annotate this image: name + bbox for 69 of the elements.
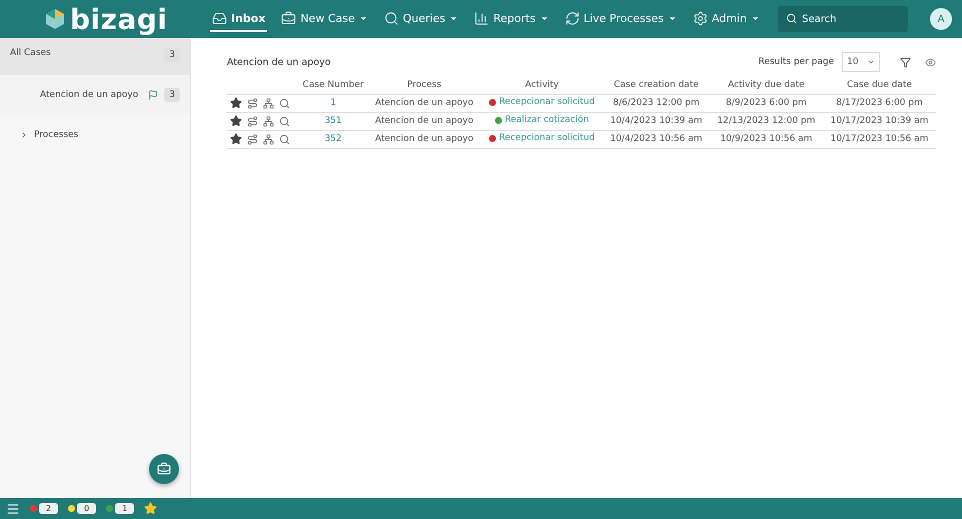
settings-icon <box>692 10 708 26</box>
user-avatar[interactable]: A <box>930 8 952 30</box>
activity-link[interactable]: Recepcionar solicitud <box>498 97 595 108</box>
search-icon[interactable] <box>279 116 290 126</box>
column-header: Case Number <box>298 76 368 94</box>
sidebar-item[interactable]: Processes <box>0 115 190 155</box>
table-cell: Atencion de un apoyo <box>368 130 481 148</box>
case-number-link[interactable]: 1 <box>298 94 368 112</box>
expand-icon <box>20 131 28 139</box>
table-cell: 8/17/2023 6:00 pm <box>822 94 936 112</box>
search-icon[interactable] <box>279 98 290 108</box>
results-per-page-select[interactable]: 10 <box>842 52 880 72</box>
route-icon[interactable] <box>247 98 258 108</box>
chart-icon <box>474 10 490 26</box>
route-icon[interactable] <box>247 116 258 126</box>
table-cell: 10/4/2023 10:56 am <box>602 130 710 148</box>
star-icon[interactable] <box>230 115 242 127</box>
sidebar-item[interactable]: Atencion de un apoyo 3 <box>0 75 190 115</box>
flag-icon <box>148 90 158 100</box>
nav-menu-item[interactable]: Live Processes <box>562 6 679 32</box>
table-cell: Atencion de un apoyo <box>368 112 481 130</box>
caret-icon <box>867 58 875 66</box>
search-field[interactable]: Search <box>778 6 908 32</box>
table-cell: 12/13/2023 12:00 pm <box>710 112 823 130</box>
nav-menu-item[interactable]: Admin <box>690 6 762 32</box>
case-number-link[interactable]: 352 <box>298 130 368 148</box>
network-icon[interactable] <box>263 116 274 126</box>
star-icon[interactable] <box>230 97 242 109</box>
logo: bizagi <box>46 2 210 36</box>
eye-icon[interactable] <box>925 56 936 68</box>
nav-menu-item[interactable]: Inbox <box>210 6 268 32</box>
network-icon[interactable] <box>263 134 274 144</box>
sidebar-item[interactable]: All Cases 3 <box>0 38 190 75</box>
inbox-icon <box>212 10 227 26</box>
briefcase-icon <box>281 10 296 26</box>
column-header: Case due date <box>822 76 936 94</box>
column-header: Activity <box>481 76 603 94</box>
counter-badge[interactable]: 0 <box>77 503 96 514</box>
table-cell: 8/6/2023 12:00 pm <box>602 94 710 112</box>
activity-link[interactable]: Realizar cotización <box>504 115 589 126</box>
logo-icon <box>46 9 64 29</box>
search-icon <box>384 10 399 26</box>
table-cell: 10/9/2023 10:56 am <box>710 130 823 148</box>
menu-icon[interactable] <box>6 502 20 516</box>
nav-menu-item[interactable]: Reports <box>472 6 551 32</box>
activity-link[interactable]: Recepcionar solicitud <box>498 133 595 144</box>
column-header: Process <box>368 76 481 94</box>
nav-menu-item[interactable]: Queries <box>382 6 460 32</box>
counter-badge[interactable]: 1 <box>115 503 134 514</box>
table-cell: 10/17/2023 10:39 am <box>822 112 936 130</box>
refresh-icon <box>564 10 580 26</box>
case-number-link[interactable]: 351 <box>298 112 368 130</box>
nav-menu-item[interactable]: New Case <box>279 6 370 32</box>
star-icon[interactable] <box>230 133 242 145</box>
column-header: Case creation date <box>602 76 710 94</box>
briefcase-icon <box>157 462 171 476</box>
column-header: Activity due date <box>710 76 823 94</box>
search-icon[interactable] <box>279 134 290 144</box>
counter-badge[interactable]: 2 <box>39 503 58 514</box>
network-icon[interactable] <box>263 98 274 108</box>
table-cell: Atencion de un apoyo <box>368 94 481 112</box>
inbox-title: Atencion de un apoyo <box>227 56 332 68</box>
new-case-button[interactable] <box>149 454 179 484</box>
table-cell: 8/9/2023 6:00 pm <box>710 94 823 112</box>
route-icon[interactable] <box>247 134 258 144</box>
results-per-page-label: Results per page <box>758 57 834 67</box>
filter-icon[interactable] <box>900 56 911 68</box>
table-cell: 10/4/2023 10:39 am <box>602 112 710 130</box>
table-cell: 10/17/2023 10:56 am <box>822 130 936 148</box>
